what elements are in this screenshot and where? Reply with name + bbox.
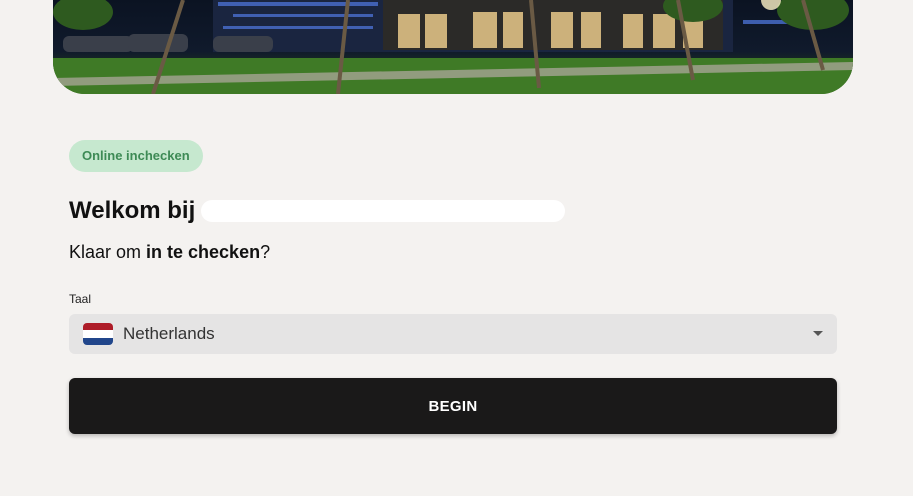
language-selected-value: Netherlands [123, 324, 215, 343]
welcome-heading: Welkom bij [69, 196, 566, 226]
language-select[interactable]: Netherlands [69, 314, 837, 354]
chevron-down-icon [813, 331, 823, 336]
online-checkin-badge: Online inchecken [69, 140, 203, 172]
netherlands-flag-icon [83, 323, 113, 345]
checkin-prompt: Klaar om in te checken? [69, 240, 270, 264]
hotel-hero-image [53, 0, 853, 94]
prompt-text-before: Klaar om [69, 242, 147, 262]
hotel-name-redacted [201, 200, 566, 222]
begin-button[interactable]: BEGIN [69, 378, 837, 434]
checkin-page: Online inchecken Welkom bij Klaar om in … [0, 0, 913, 496]
prompt-text-after: ? [260, 242, 271, 262]
welcome-prefix: Welkom bij [69, 197, 196, 224]
prompt-text-bold: in te checken [146, 242, 261, 262]
language-label: Taal [69, 292, 92, 306]
